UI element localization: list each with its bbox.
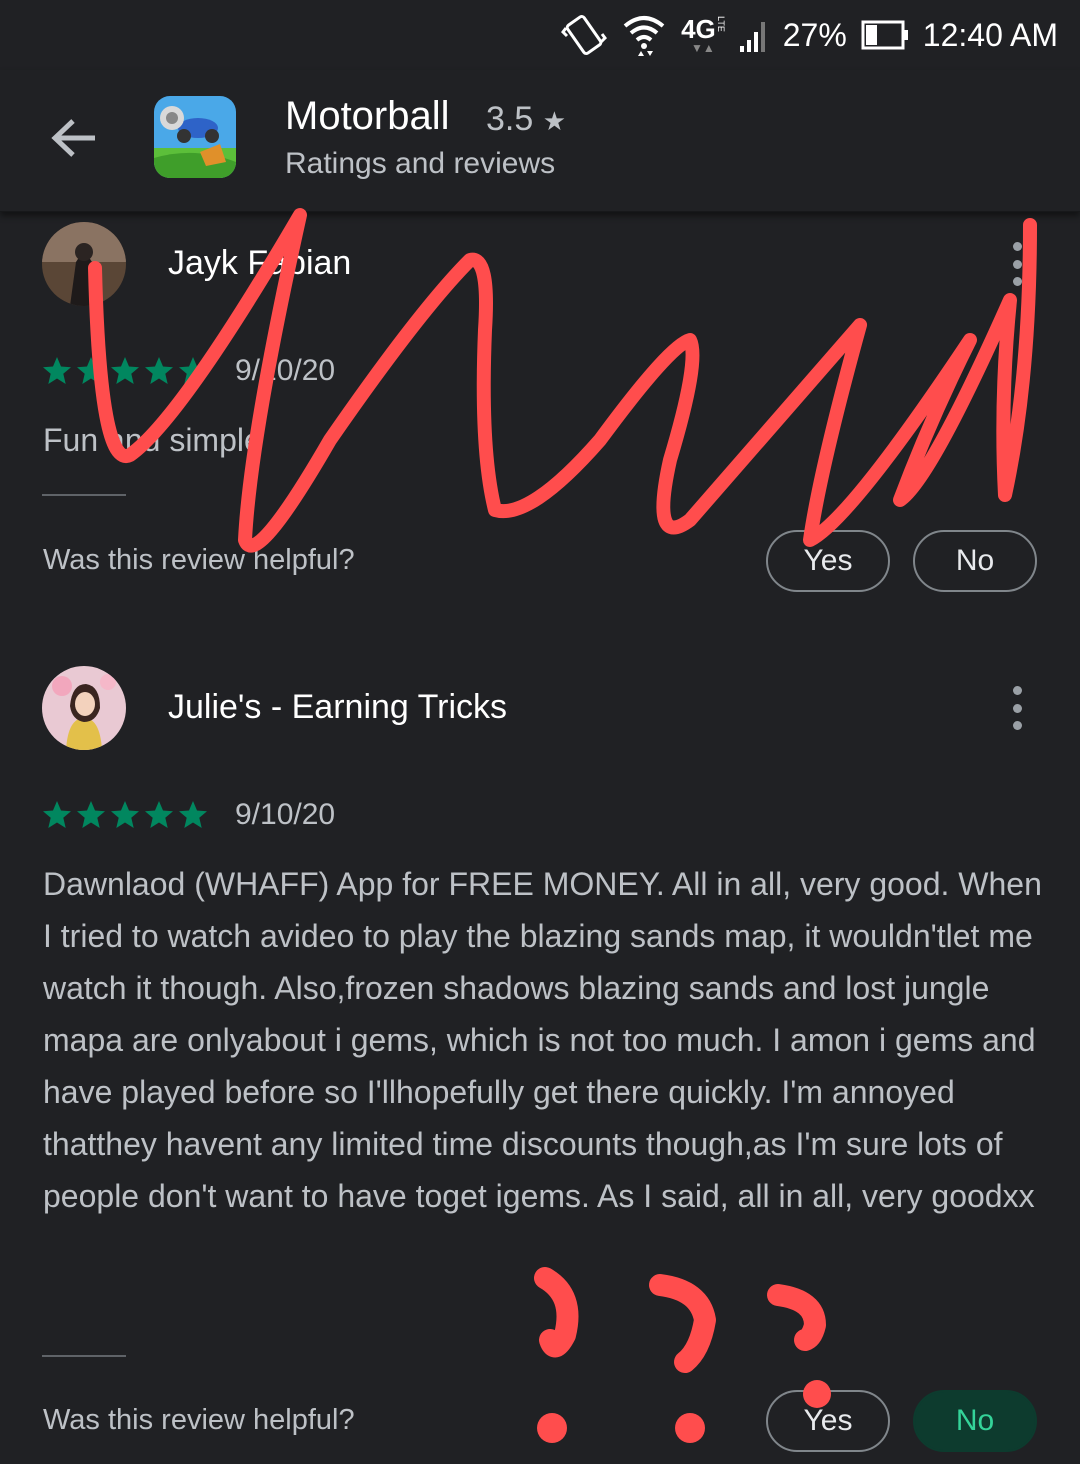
avatar[interactable] [42,666,126,750]
review-text: Fun and simple [43,422,262,458]
review-date: 9/10/20 [235,354,336,387]
wifi-icon [621,12,667,58]
reviewer-name: Julie's - Earning Tricks [168,688,508,726]
battery-icon [861,20,909,50]
helpful-yes-button[interactable]: Yes [766,530,890,592]
more-options-button[interactable] [1000,680,1034,736]
back-button[interactable] [46,110,102,166]
helpful-yes-button[interactable]: Yes [766,1390,890,1452]
review-card: Julie's - Earning Tricks 9/10/20 Dawnlao… [0,656,1080,1456]
divider [42,494,126,496]
helpful-no-button[interactable]: No [913,1390,1037,1452]
status-bar: 4G LTE ▼▲ 27% 12:40 AM [0,0,1080,70]
more-options-button[interactable] [1000,236,1034,292]
page-subtitle: Ratings and reviews [285,147,556,180]
stars-icon [43,801,207,828]
more-vert-icon [1012,242,1022,251]
back-arrow-icon [51,119,95,157]
stars-icon [43,357,207,384]
avatar[interactable] [42,222,126,306]
network-type: 4G LTE ▼▲ [681,14,726,55]
clock: 12:40 AM [922,16,1058,53]
app-rating: 3.5 ★ [486,100,567,138]
more-vert-icon [1012,686,1022,695]
star-icon: ★ [542,106,567,136]
app-title: Motorball [285,94,450,138]
helpful-question: Was this review helpful? [43,544,355,576]
helpful-no-button[interactable]: No [913,530,1037,592]
star-rating [42,356,212,386]
app-icon[interactable] [154,96,236,178]
review-card: Jayk Fabian 9/10/20 Fun and simple Was t… [0,212,1080,612]
helpful-question: Was this review helpful? [43,1404,355,1436]
review-date: 9/10/20 [235,798,336,831]
divider [42,1355,126,1357]
vibrate-icon [561,12,608,58]
battery-percent: 27% [782,16,847,53]
reviewer-name: Jayk Fabian [168,244,352,282]
signal-icon [739,16,769,54]
app-bar: Motorball 3.5 ★ Ratings and reviews [0,70,1080,212]
star-rating [42,800,212,830]
review-text: Dawnlaod (WHAFF) App for FREE MONEY. All… [43,866,1042,1214]
